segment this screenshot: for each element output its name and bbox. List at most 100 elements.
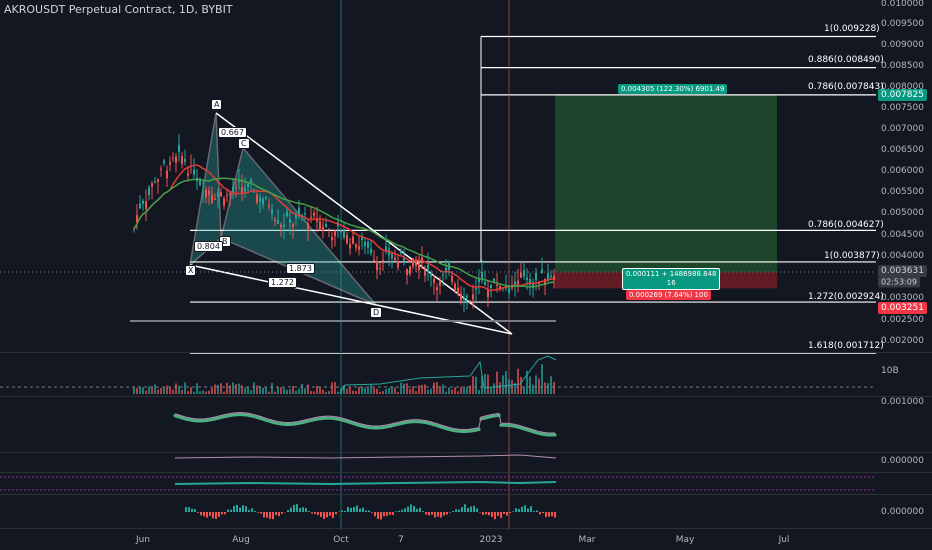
pane-divider[interactable] xyxy=(0,472,932,473)
candle-body xyxy=(250,179,252,183)
candle-body xyxy=(166,170,168,179)
indicator-tick: 0.000000 xyxy=(881,456,924,466)
histogram-bar xyxy=(248,509,250,512)
histogram-bar xyxy=(518,508,520,512)
candle-body xyxy=(406,268,408,276)
candle-body xyxy=(208,190,210,195)
histogram-bar xyxy=(314,512,316,515)
histogram-bar xyxy=(491,512,493,517)
histogram-bar xyxy=(521,506,523,512)
symbol-title[interactable]: AKROUSDT Perpetual Contract, 1D, BYBIT xyxy=(4,3,233,16)
histogram-bar xyxy=(467,507,469,512)
indicator-tick: 0.001000 xyxy=(881,397,924,407)
pattern-point-x[interactable]: X xyxy=(185,265,197,276)
histogram-bar xyxy=(464,504,466,512)
candle-body xyxy=(178,144,180,153)
volume-bar xyxy=(271,382,273,394)
histogram-bar xyxy=(374,512,376,517)
candle-body xyxy=(154,181,156,183)
pane-divider[interactable] xyxy=(0,494,932,495)
histogram-bar xyxy=(458,509,460,512)
time-tick: Jun xyxy=(135,535,151,545)
histogram-bar xyxy=(200,512,202,516)
candle-body xyxy=(334,230,336,237)
target-label: 0.004305 (122.30%) 6901.49 xyxy=(618,84,728,94)
pattern-point-a[interactable]: A xyxy=(211,99,223,110)
price-axis[interactable]: 0.010000 0.009500 0.009000 0.008500 0.00… xyxy=(877,0,932,550)
volume-bar xyxy=(268,391,270,394)
time-tick: May xyxy=(675,535,695,545)
candle-body xyxy=(229,193,231,195)
histogram-bar xyxy=(215,512,217,519)
candle-body xyxy=(328,228,330,230)
histogram-bar xyxy=(551,512,553,517)
candle-body xyxy=(529,279,531,286)
pane-divider[interactable] xyxy=(0,452,932,453)
volume-bar xyxy=(154,384,156,394)
candle-body xyxy=(175,156,177,163)
candle-body xyxy=(436,287,438,291)
histogram-bar xyxy=(392,512,394,515)
volume-bar xyxy=(289,389,291,394)
candle-body xyxy=(223,198,225,206)
candle-body xyxy=(274,219,276,222)
histogram-bar xyxy=(227,509,229,512)
histogram-bar xyxy=(470,506,472,512)
price-tick: 0.005500 xyxy=(881,187,924,197)
volume-bar xyxy=(373,388,375,394)
candle-body xyxy=(268,205,270,207)
volume-bar xyxy=(553,381,555,394)
pattern-triangle-bcd xyxy=(220,146,377,306)
volume-bar xyxy=(196,383,198,394)
candle-body xyxy=(550,276,552,278)
candle-body xyxy=(199,179,201,186)
histogram-bar xyxy=(410,504,412,512)
volume-bar xyxy=(529,376,531,394)
histogram-bar xyxy=(272,512,274,520)
candle-body xyxy=(247,183,249,188)
volume-bar xyxy=(247,387,249,394)
volume-bar xyxy=(448,387,450,394)
chart-canvas[interactable] xyxy=(0,0,932,550)
histogram-bar xyxy=(353,506,355,512)
volume-bar xyxy=(445,391,447,394)
candle-body xyxy=(187,173,189,176)
histogram-bar xyxy=(320,512,322,517)
volume-bar xyxy=(175,383,177,394)
candle-body xyxy=(265,197,267,199)
volume-bar xyxy=(382,391,384,394)
candle-body xyxy=(283,224,285,227)
volume-bar xyxy=(166,385,168,394)
candle-body xyxy=(400,251,402,254)
pattern-point-c[interactable]: C xyxy=(238,138,250,149)
candle-body xyxy=(157,179,159,182)
histogram-bar xyxy=(317,512,319,516)
histogram-bar xyxy=(515,508,517,512)
volume-bar xyxy=(388,387,390,394)
volume-bar xyxy=(145,390,147,394)
pane-divider[interactable] xyxy=(0,352,932,353)
volume-bar xyxy=(220,383,222,394)
volume-bar xyxy=(223,391,225,394)
price-tick: 0.004000 xyxy=(881,251,924,261)
volume-bar xyxy=(172,389,174,394)
volume-bar xyxy=(322,389,324,394)
volume-bar xyxy=(277,386,279,394)
histogram-bar xyxy=(479,512,481,513)
volume-bar xyxy=(520,376,522,394)
volume-bar xyxy=(280,387,282,394)
histogram-bar xyxy=(299,508,301,512)
candle-body xyxy=(397,260,399,268)
histogram-bar xyxy=(305,508,307,512)
price-tick: 0.008500 xyxy=(881,61,924,71)
volume-bar xyxy=(463,387,465,394)
volume-bar xyxy=(433,382,435,394)
pane-divider[interactable] xyxy=(0,528,932,529)
candle-body xyxy=(466,295,468,298)
volume-bar xyxy=(160,387,162,394)
pattern-point-d[interactable]: D xyxy=(370,307,383,318)
histogram-bar xyxy=(509,512,511,514)
pane-divider[interactable] xyxy=(0,396,932,397)
oscillator-dot xyxy=(553,433,557,437)
histogram-bar xyxy=(461,507,463,512)
